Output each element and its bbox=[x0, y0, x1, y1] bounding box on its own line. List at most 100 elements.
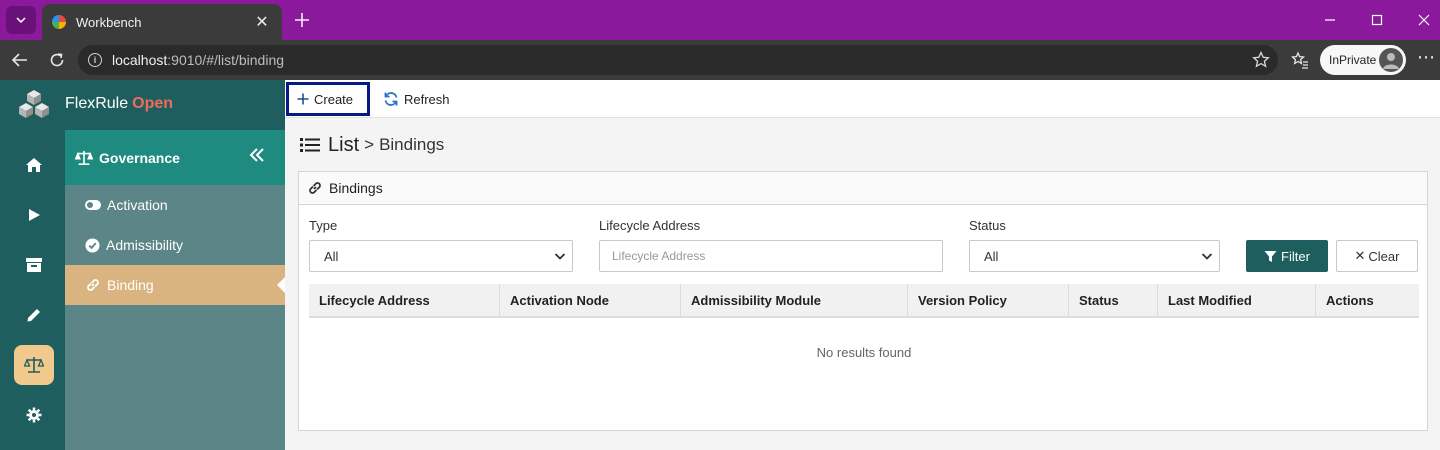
check-circle-icon bbox=[85, 237, 100, 253]
refresh-button[interactable]: Refresh bbox=[375, 82, 458, 116]
column-header[interactable]: Activation Node bbox=[500, 284, 681, 316]
rail-edit-button[interactable] bbox=[14, 295, 54, 335]
chevron-down-icon bbox=[1201, 253, 1213, 260]
url-host: localhost bbox=[112, 52, 168, 68]
create-button[interactable]: Create bbox=[286, 82, 370, 116]
brand-bar: FlexRule Open bbox=[0, 80, 285, 130]
reload-icon bbox=[50, 53, 64, 67]
subnav-item-label: Activation bbox=[107, 197, 168, 213]
panel-header: Bindings bbox=[299, 172, 1427, 205]
type-label: Type bbox=[309, 218, 338, 233]
close-tab-icon[interactable]: ✕ bbox=[252, 12, 272, 32]
inprivate-profile-button[interactable]: InPrivate bbox=[1320, 45, 1406, 75]
double-chevron-left-icon bbox=[249, 148, 264, 162]
create-label: Create bbox=[314, 91, 354, 107]
column-header[interactable]: Admissibility Module bbox=[681, 284, 908, 316]
url-text: localhost:9010/#/list/binding bbox=[112, 52, 284, 68]
chevron-down-icon bbox=[16, 17, 26, 24]
flexrule-logo-icon bbox=[19, 90, 49, 118]
type-select[interactable]: All bbox=[309, 240, 573, 272]
filter-label: Filter bbox=[1281, 248, 1310, 264]
browser-more-icon[interactable]: ⋯ bbox=[1414, 48, 1438, 72]
address-bar[interactable]: i localhost:9010/#/list/binding bbox=[78, 45, 1278, 75]
tab-title: Workbench bbox=[76, 14, 142, 30]
brand-name: FlexRule Open bbox=[65, 95, 173, 113]
status-label: Status bbox=[969, 218, 1006, 233]
archive-icon bbox=[26, 258, 42, 272]
clear-button[interactable]: ✕ Clear bbox=[1336, 240, 1418, 272]
type-select-value: All bbox=[324, 248, 339, 264]
add-favorite-star-icon[interactable] bbox=[1252, 50, 1270, 74]
subnav-item-binding[interactable]: Binding bbox=[65, 265, 285, 305]
bindings-panel: Bindings Type All Lifecycle Address Stat… bbox=[298, 171, 1428, 431]
app-root: FlexRule Open Governance Activation Admi… bbox=[0, 80, 1440, 450]
close-icon bbox=[1418, 14, 1430, 26]
brand-name-text: FlexRule bbox=[65, 95, 129, 112]
results-table-header: Lifecycle Address Activation Node Admiss… bbox=[309, 284, 1419, 318]
reload-button[interactable] bbox=[45, 48, 69, 72]
main-content: Create Refresh List > Bindings Bindings … bbox=[285, 80, 1440, 450]
back-button[interactable] bbox=[8, 48, 32, 72]
app-favicon-icon bbox=[52, 15, 66, 29]
new-tab-button[interactable] bbox=[290, 8, 314, 32]
filter-button[interactable]: Filter bbox=[1246, 240, 1328, 272]
link-icon bbox=[87, 279, 99, 291]
site-info-icon[interactable]: i bbox=[88, 53, 102, 67]
browser-tab-bar: Workbench ✕ bbox=[0, 0, 1440, 40]
balance-scale-icon bbox=[24, 357, 44, 373]
subnav-item-admissibility[interactable]: Admissibility bbox=[65, 225, 285, 265]
list-icon bbox=[300, 138, 320, 152]
minimize-icon bbox=[1325, 19, 1335, 21]
filter-icon bbox=[1264, 250, 1277, 262]
status-select-value: All bbox=[984, 248, 999, 264]
arrow-left-icon bbox=[11, 53, 27, 67]
refresh-icon bbox=[384, 92, 398, 106]
balance-scale-icon bbox=[75, 150, 93, 165]
column-header: Actions bbox=[1326, 292, 1374, 308]
clear-label: Clear bbox=[1368, 248, 1400, 264]
subnav-header: Governance bbox=[65, 130, 285, 185]
refresh-label: Refresh bbox=[404, 91, 450, 107]
breadcrumb-current: Bindings bbox=[379, 135, 445, 154]
subnav-title: Governance bbox=[99, 149, 180, 166]
inprivate-label: InPrivate bbox=[1329, 53, 1377, 67]
close-icon: ✕ bbox=[1354, 248, 1366, 263]
link-icon bbox=[309, 182, 321, 194]
rail-settings-button[interactable] bbox=[14, 395, 54, 435]
tab-actions-button[interactable] bbox=[6, 6, 36, 34]
column-header[interactable]: Status bbox=[1069, 284, 1158, 316]
pencil-icon bbox=[27, 309, 40, 322]
governance-subnav: Governance Activation Admissibility Bind… bbox=[65, 130, 285, 450]
rail-home-button[interactable] bbox=[14, 145, 54, 185]
empty-results-message: No results found bbox=[816, 345, 912, 360]
play-icon bbox=[29, 209, 40, 221]
chevron-down-icon bbox=[554, 253, 566, 260]
toggle-icon bbox=[85, 200, 101, 210]
subnav-item-label: Binding bbox=[107, 277, 154, 293]
action-toolbar: Create Refresh bbox=[285, 80, 1440, 118]
column-header[interactable]: Version Policy bbox=[908, 284, 1069, 316]
maximize-icon bbox=[1371, 14, 1383, 26]
plus-icon bbox=[297, 93, 309, 105]
lifecycle-address-input[interactable] bbox=[599, 240, 943, 272]
rail-archive-button[interactable] bbox=[14, 245, 54, 285]
url-path: :9010/#/list/binding bbox=[167, 52, 285, 68]
column-header[interactable]: Last Modified bbox=[1158, 284, 1316, 316]
collapse-sidebar-button[interactable] bbox=[249, 148, 271, 165]
home-icon bbox=[26, 158, 42, 172]
page-title: List > Bindings bbox=[300, 133, 444, 157]
rail-run-button[interactable] bbox=[14, 195, 54, 235]
minimize-button[interactable] bbox=[1318, 8, 1342, 32]
plus-icon bbox=[295, 13, 309, 27]
column-header[interactable]: Lifecycle Address bbox=[309, 284, 500, 316]
favorites-button[interactable] bbox=[1288, 48, 1312, 72]
status-select[interactable]: All bbox=[969, 240, 1220, 272]
favorites-list-icon bbox=[1291, 51, 1308, 69]
panel-title: Bindings bbox=[329, 180, 383, 196]
browser-tab[interactable]: Workbench ✕ bbox=[42, 4, 282, 40]
subnav-item-activation[interactable]: Activation bbox=[65, 185, 285, 225]
maximize-button[interactable] bbox=[1365, 8, 1389, 32]
close-window-button[interactable] bbox=[1412, 8, 1436, 32]
subnav-item-label: Admissibility bbox=[106, 237, 184, 253]
rail-governance-button[interactable] bbox=[14, 345, 54, 385]
